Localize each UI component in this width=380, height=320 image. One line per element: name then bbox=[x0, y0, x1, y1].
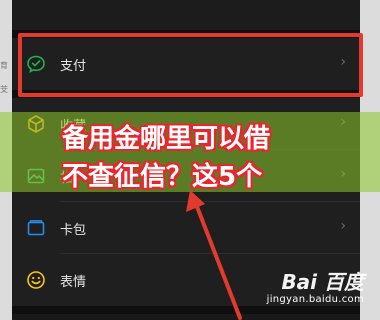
overlay-title-line-2: 不查征信？这5个 bbox=[62, 162, 263, 192]
background-text-fragment: 芠 bbox=[0, 85, 8, 94]
highlight-box bbox=[18, 33, 363, 97]
emoji-icon bbox=[26, 270, 46, 290]
menu-item-label: 表情 bbox=[60, 275, 87, 290]
menu-item-card-wallet[interactable]: 卡包 › bbox=[12, 202, 360, 254]
menu-item-label: 卡包 bbox=[60, 223, 87, 238]
watermark-site-text: jingyan.baidu.com bbox=[266, 294, 364, 305]
card-wallet-icon bbox=[26, 218, 46, 238]
background-text-fragment: 育 bbox=[0, 61, 8, 70]
chevron-right-icon: › bbox=[340, 218, 346, 234]
overlay-title-line-1: 备用金哪里可以借 bbox=[62, 124, 271, 154]
top-bar bbox=[12, 0, 360, 30]
baidu-logo: Bai 百度 bbox=[281, 270, 364, 294]
baidu-watermark: Bai 百度 jingyan.baidu.com bbox=[244, 266, 364, 316]
